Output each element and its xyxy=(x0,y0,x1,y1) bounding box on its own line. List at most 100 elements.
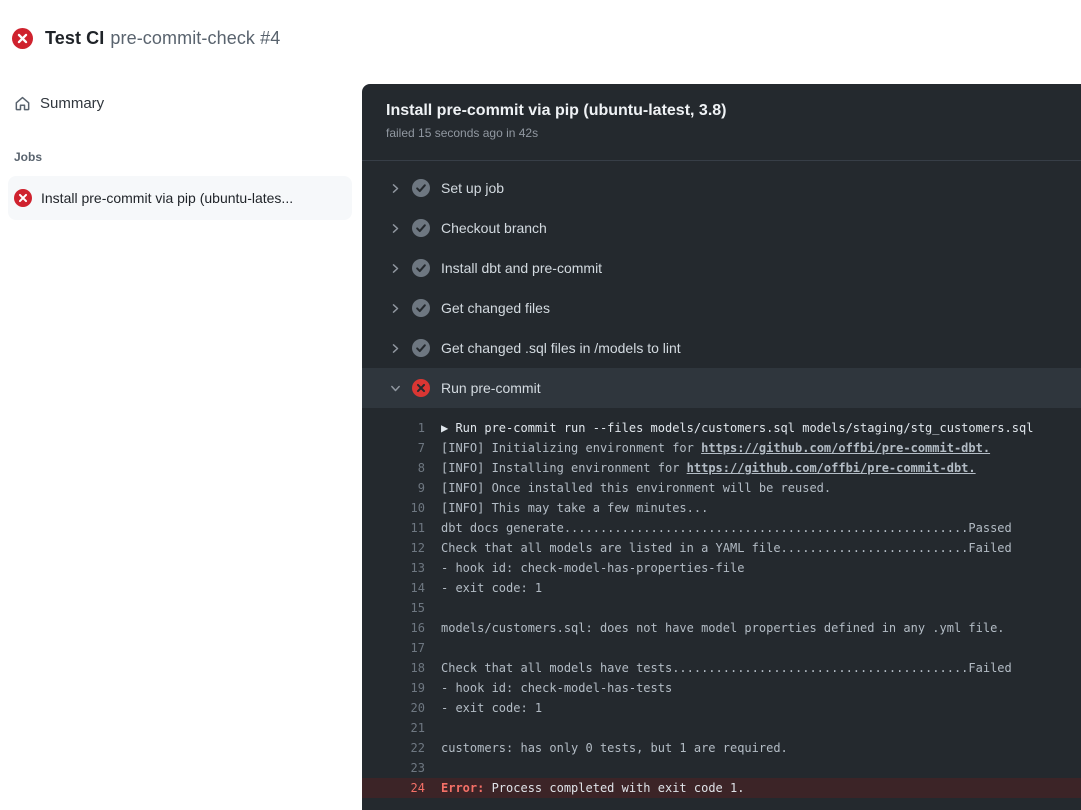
log-output: 1 ▶ Run pre-commit run --files models/cus… xyxy=(362,408,1081,798)
step-label: Set up job xyxy=(441,180,504,196)
log-line-number[interactable]: 16 xyxy=(362,621,425,635)
log-line: 9 [INFO] Once installed this environment … xyxy=(362,478,1081,498)
step-row-install-dbt-and-pre-commit[interactable]: Install dbt and pre-commit xyxy=(362,248,1081,288)
log-line: 13 - hook id: check-model-has-properties-… xyxy=(362,558,1081,578)
chevron-down-icon xyxy=(388,382,402,395)
log-line: 8 [INFO] Installing environment for https… xyxy=(362,458,1081,478)
step-label: Get changed .sql files in /models to lin… xyxy=(441,340,681,356)
step-row-get-changed-files[interactable]: Get changed files xyxy=(362,288,1081,328)
chevron-right-icon xyxy=(388,262,402,275)
log-line: 24 Error: Process completed with exit cod… xyxy=(362,778,1081,798)
sidebar: Summary Jobs Install pre-commit via pip … xyxy=(0,76,362,810)
log-line-text: Error: Process completed with exit code … xyxy=(441,781,744,795)
log-line-number[interactable]: 13 xyxy=(362,561,425,575)
log-line-text: Check that all models are listed in a YA… xyxy=(441,541,1012,555)
chevron-right-icon xyxy=(388,342,402,355)
log-line: 12 Check that all models are listed in a … xyxy=(362,538,1081,558)
log-line-number[interactable]: 22 xyxy=(362,741,425,755)
run-name: pre-commit-check #4 xyxy=(110,28,280,48)
log-line-number[interactable]: 1 xyxy=(362,421,425,435)
home-icon xyxy=(14,95,31,112)
log-line-number[interactable]: 18 xyxy=(362,661,425,675)
log-line: 20 - exit code: 1 xyxy=(362,698,1081,718)
step-label: Checkout branch xyxy=(441,220,547,236)
log-line: 1 ▶ Run pre-commit run --files models/cus… xyxy=(362,418,1081,438)
log-line-number[interactable]: 24 xyxy=(362,781,425,795)
log-line-number[interactable]: 19 xyxy=(362,681,425,695)
job-item-label: Install pre-commit via pip (ubuntu-lates… xyxy=(41,190,293,206)
jobs-list: Install pre-commit via pip (ubuntu-lates… xyxy=(0,176,362,220)
log-line-number[interactable]: 15 xyxy=(362,601,425,615)
log-line-number[interactable]: 23 xyxy=(362,761,425,775)
log-line-number[interactable]: 12 xyxy=(362,541,425,555)
job-header: Install pre-commit via pip (ubuntu-lates… xyxy=(362,84,1081,161)
steps-list: Set up job Checkout branch Install dbt and… xyxy=(362,161,1081,408)
check-circle-icon xyxy=(412,219,430,237)
log-line-number[interactable]: 14 xyxy=(362,581,425,595)
log-line-text: [INFO] Installing environment for https:… xyxy=(441,461,976,475)
job-status-summary: failed 15 seconds ago in 42s xyxy=(386,126,1057,140)
step-label: Run pre-commit xyxy=(441,380,541,396)
log-line-number[interactable]: 10 xyxy=(362,501,425,515)
log-line: 10 [INFO] This may take a few minutes... xyxy=(362,498,1081,518)
log-line: 14 - exit code: 1 xyxy=(362,578,1081,598)
log-line-number[interactable]: 20 xyxy=(362,701,425,715)
sidebar-item-summary[interactable]: Summary xyxy=(14,90,362,116)
log-line-number[interactable]: 11 xyxy=(362,521,425,535)
x-circle-icon xyxy=(412,379,430,397)
check-circle-icon xyxy=(412,339,430,357)
job-title: Install pre-commit via pip (ubuntu-lates… xyxy=(386,102,1057,120)
log-line-text: [INFO] Initializing environment for http… xyxy=(441,441,990,455)
log-line-number[interactable]: 8 xyxy=(362,461,425,475)
job-log-panel: Install pre-commit via pip (ubuntu-lates… xyxy=(362,84,1081,810)
log-line: 23 xyxy=(362,758,1081,778)
log-line-text: customers: has only 0 tests, but 1 are r… xyxy=(441,741,788,755)
sidebar-job-item[interactable]: Install pre-commit via pip (ubuntu-lates… xyxy=(8,176,352,220)
step-row-set-up-job[interactable]: Set up job xyxy=(362,168,1081,208)
log-line: 17 xyxy=(362,638,1081,658)
step-label: Install dbt and pre-commit xyxy=(441,260,602,276)
log-line: 7 [INFO] Initializing environment for htt… xyxy=(362,438,1081,458)
step-row-run-pre-commit[interactable]: Run pre-commit xyxy=(362,368,1081,408)
step-row-checkout-branch[interactable]: Checkout branch xyxy=(362,208,1081,248)
x-circle-icon xyxy=(12,28,33,49)
log-line-text: - exit code: 1 xyxy=(441,701,542,715)
check-circle-icon xyxy=(412,299,430,317)
check-circle-icon xyxy=(412,259,430,277)
chevron-right-icon xyxy=(388,302,402,315)
log-line: 16 models/customers.sql: does not have mo… xyxy=(362,618,1081,638)
log-line-text: - hook id: check-model-has-tests xyxy=(441,681,672,695)
log-line-number[interactable]: 21 xyxy=(362,721,425,735)
log-line-text: Check that all models have tests........… xyxy=(441,661,1012,675)
step-row-get-changed-sql-files-in-models-to-lint[interactable]: Get changed .sql files in /models to lin… xyxy=(362,328,1081,368)
log-line-text: dbt docs generate.......................… xyxy=(441,521,1012,535)
log-line-text: [INFO] This may take a few minutes... xyxy=(441,501,708,515)
jobs-section-label: Jobs xyxy=(14,150,362,164)
log-line-text: - hook id: check-model-has-properties-fi… xyxy=(441,561,744,575)
run-header: Test CI pre-commit-check #4 xyxy=(0,0,1081,76)
log-line: 19 - hook id: check-model-has-tests xyxy=(362,678,1081,698)
log-line: 15 xyxy=(362,598,1081,618)
log-line-text: - exit code: 1 xyxy=(441,581,542,595)
chevron-right-icon xyxy=(388,182,402,195)
log-line-text: models/customers.sql: does not have mode… xyxy=(441,621,1005,635)
log-line-number[interactable]: 17 xyxy=(362,641,425,655)
log-line: 11 dbt docs generate.....................… xyxy=(362,518,1081,538)
workflow-name: Test CI xyxy=(45,28,104,48)
page-title: Test CI pre-commit-check #4 xyxy=(45,28,280,49)
log-line: 22 customers: has only 0 tests, but 1 are… xyxy=(362,738,1081,758)
log-line-text: [INFO] Once installed this environment w… xyxy=(441,481,831,495)
summary-label: Summary xyxy=(40,95,104,112)
log-link[interactable]: https://github.com/offbi/pre-commit-dbt. xyxy=(701,441,990,455)
step-label: Get changed files xyxy=(441,300,550,316)
log-line-text: ▶ Run pre-commit run --files models/cust… xyxy=(441,421,1033,435)
error-label: Error: xyxy=(441,781,484,795)
log-line: 18 Check that all models have tests......… xyxy=(362,658,1081,678)
log-line-number[interactable]: 9 xyxy=(362,481,425,495)
check-circle-icon xyxy=(412,179,430,197)
log-link[interactable]: https://github.com/offbi/pre-commit-dbt. xyxy=(687,461,976,475)
chevron-right-icon xyxy=(388,222,402,235)
log-line: 21 xyxy=(362,718,1081,738)
x-circle-icon xyxy=(14,189,32,207)
log-line-number[interactable]: 7 xyxy=(362,441,425,455)
